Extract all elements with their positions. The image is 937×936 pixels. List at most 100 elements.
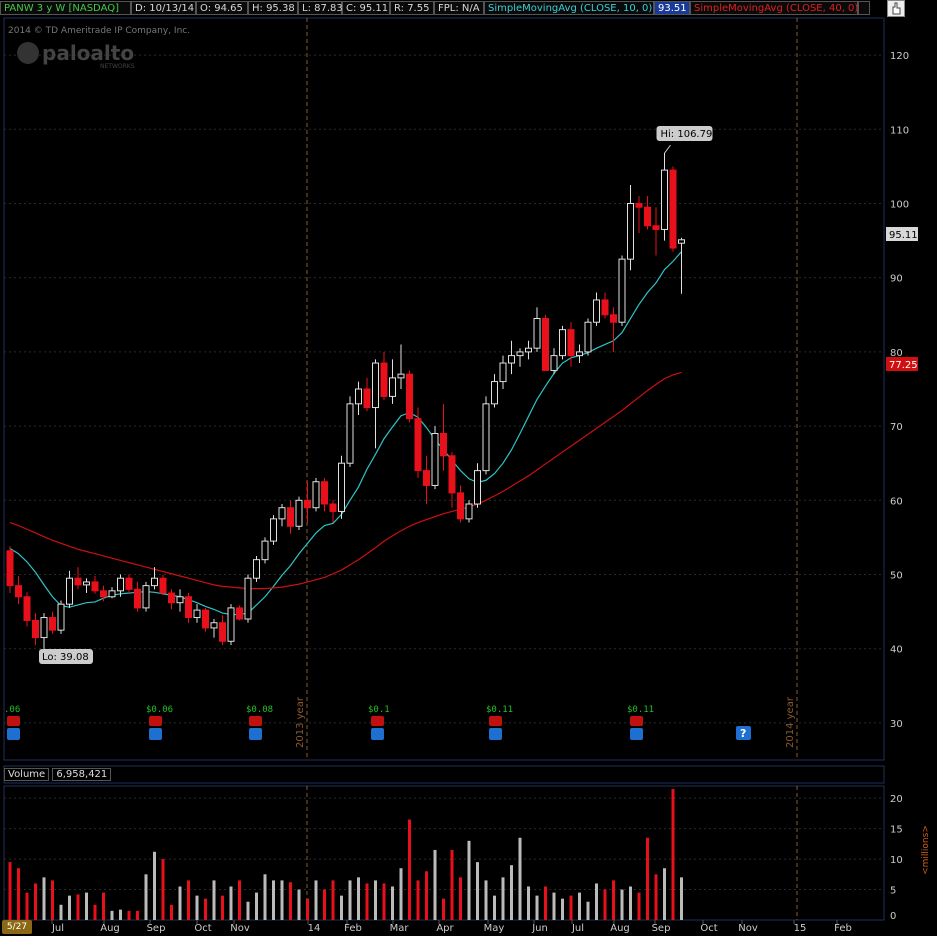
price-tick-label: 30 bbox=[890, 719, 903, 730]
candle-body bbox=[108, 590, 116, 598]
volume-bar bbox=[450, 849, 454, 920]
volume-bar bbox=[501, 877, 505, 920]
candle-body bbox=[610, 314, 617, 323]
volume-bar bbox=[637, 892, 641, 920]
volume-bar bbox=[680, 877, 683, 920]
volume-bar bbox=[221, 895, 224, 920]
candle-body bbox=[491, 381, 498, 405]
price-tick-label: 110 bbox=[890, 125, 909, 136]
sma-slow-tag-text: 77.25 bbox=[889, 360, 918, 371]
candle-body bbox=[219, 622, 226, 642]
volume-tick-label: 15 bbox=[890, 825, 903, 836]
earnings-phone-icon bbox=[7, 716, 20, 726]
candle-body bbox=[559, 329, 566, 357]
candle-body bbox=[346, 403, 354, 464]
earnings-phone-icon bbox=[489, 716, 502, 726]
volume-bar bbox=[391, 886, 394, 920]
volume-bar bbox=[365, 883, 369, 920]
volume-bar bbox=[552, 892, 556, 920]
candle-body bbox=[601, 299, 609, 316]
volume-bar bbox=[161, 859, 165, 920]
volume-bar bbox=[595, 883, 598, 920]
candle-body bbox=[678, 239, 685, 244]
volume-bar bbox=[289, 882, 292, 920]
candle-body bbox=[363, 388, 371, 409]
paloalto-logo-sub: NETWORKS bbox=[100, 63, 135, 70]
volume-bar bbox=[493, 895, 496, 920]
volume-bar bbox=[323, 889, 326, 920]
earnings-phone-icon bbox=[249, 716, 262, 726]
time-axis-label: Nov bbox=[230, 923, 250, 934]
dividend-label: .06 bbox=[4, 705, 20, 715]
volume-bar bbox=[544, 886, 547, 920]
volume-bar bbox=[34, 883, 37, 920]
candle-body bbox=[91, 581, 99, 592]
candle-body bbox=[576, 351, 583, 357]
candle-body bbox=[525, 347, 532, 353]
volume-bar bbox=[102, 892, 105, 920]
price-chart[interactable]: 1201101009080706050403020151050<millions… bbox=[0, 0, 937, 936]
volume-bar bbox=[612, 880, 615, 920]
info-bulb-icon bbox=[489, 728, 502, 740]
volume-bar bbox=[8, 862, 12, 920]
earnings-phone-icon bbox=[371, 716, 384, 726]
volume-bar bbox=[425, 871, 428, 920]
candle-body bbox=[6, 550, 14, 587]
volume-bar bbox=[85, 892, 88, 920]
time-axis-label: Oct bbox=[700, 923, 717, 934]
volume-bar bbox=[238, 880, 241, 920]
volume-bar bbox=[59, 904, 63, 920]
candle-body bbox=[125, 577, 133, 590]
candle-body bbox=[287, 507, 294, 527]
paloalto-logo-icon bbox=[17, 42, 39, 64]
candle-body bbox=[550, 355, 558, 371]
volume-bar bbox=[357, 877, 360, 920]
candle-body bbox=[431, 433, 439, 486]
unknown-event-icon-glyph: ? bbox=[740, 727, 746, 740]
volume-bar bbox=[127, 910, 131, 920]
candle-body bbox=[465, 503, 473, 520]
volume-bar bbox=[569, 895, 573, 920]
candle-body bbox=[635, 203, 643, 208]
candle-body bbox=[397, 373, 405, 379]
candle-body bbox=[15, 585, 22, 598]
volume-bar bbox=[42, 877, 46, 920]
volume-bar bbox=[195, 895, 199, 920]
volume-bar bbox=[416, 880, 420, 920]
volume-bar bbox=[408, 819, 411, 920]
time-axis-label: Jun bbox=[531, 923, 548, 934]
time-axis-label: Aug bbox=[610, 923, 630, 934]
candle-body bbox=[567, 329, 575, 357]
volume-value: 6,958,421 bbox=[52, 768, 112, 781]
info-bulb-icon bbox=[7, 728, 20, 740]
candle-body bbox=[482, 403, 490, 472]
volume-bar bbox=[382, 883, 386, 920]
volume-bar bbox=[603, 889, 607, 920]
candle-body bbox=[584, 321, 592, 353]
volume-bar bbox=[629, 886, 632, 920]
candle-body bbox=[312, 481, 320, 509]
volume-bar bbox=[476, 862, 479, 920]
candle-body bbox=[423, 470, 430, 486]
candle-body bbox=[202, 609, 209, 629]
candle-body bbox=[151, 577, 158, 587]
volume-bar bbox=[442, 898, 445, 920]
volume-bar bbox=[467, 840, 471, 920]
earnings-phone-icon bbox=[149, 716, 162, 726]
time-axis-label: Oct bbox=[194, 923, 211, 934]
cursor-date-badge: 5/27 bbox=[2, 920, 32, 934]
time-axis-label: Sep bbox=[147, 923, 166, 934]
candle-body bbox=[329, 503, 337, 512]
candle-body bbox=[261, 540, 269, 561]
volume-bar bbox=[671, 789, 675, 920]
volume-bar bbox=[314, 880, 318, 920]
volume-bar bbox=[204, 898, 207, 920]
high-callout-text: Hi: 106.79 bbox=[661, 129, 713, 140]
volume-header: Volume 6,958,421 bbox=[4, 766, 112, 783]
candle-body bbox=[57, 603, 65, 631]
candle-body bbox=[159, 577, 167, 594]
price-tick-label: 100 bbox=[890, 200, 909, 211]
candle-body bbox=[32, 620, 39, 639]
candle-body bbox=[49, 617, 56, 631]
info-bulb-icon bbox=[249, 728, 262, 740]
